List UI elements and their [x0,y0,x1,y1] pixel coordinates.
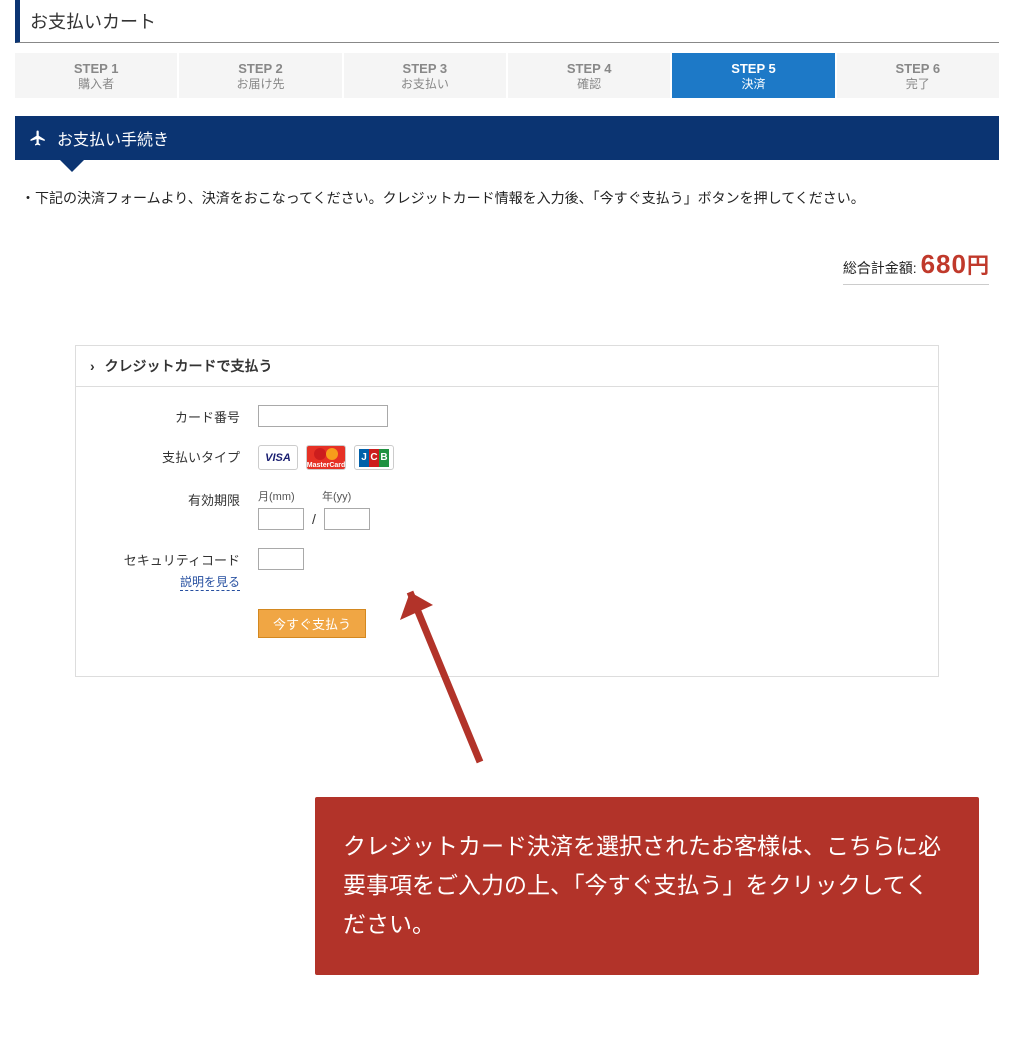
step-4: STEP 4 確認 [508,53,670,98]
total-label: 総合計金額: [843,260,917,276]
total-amount: 680 [921,249,967,279]
step-1: STEP 1 購入者 [15,53,177,98]
instruction-item: 下記の決済フォームより、決済をおこなってください。クレジットカード情報を入力後、… [21,188,999,208]
instruction-callout: クレジットカード決済を選択されたお客様は、こちらに必要事項をご入力の上、「今すぐ… [315,797,979,974]
airplane-icon [29,129,47,147]
security-code-input[interactable] [258,548,304,570]
section-title: お支払い手続き [57,126,169,150]
panel-header: › クレジットカードで支払う [76,346,938,387]
expiry-year-input[interactable] [324,508,370,530]
page-title: お支払いカート [15,0,999,43]
expiry-label: 有効期限 [90,488,240,509]
step-label: 決済 [672,77,834,92]
step-6: STEP 6 完了 [837,53,999,98]
year-hint: 年(yy) [322,488,368,504]
step-3: STEP 3 お支払い [344,53,506,98]
step-num: STEP 1 [15,61,177,77]
security-code-label: セキュリティコード 説明を見る [90,548,240,591]
step-label: お届け先 [179,77,341,92]
step-5: STEP 5 決済 [672,53,834,98]
checkout-steps: STEP 1 購入者 STEP 2 お届け先 STEP 3 お支払い STEP … [15,53,999,98]
chevron-right-icon: › [90,358,95,374]
credit-card-panel: › クレジットカードで支払う カード番号 支払いタイプ VISA MasterC… [75,345,939,677]
visa-icon: VISA [258,445,298,470]
section-header: お支払い手続き [15,116,999,160]
step-label: 完了 [837,77,999,92]
expiry-slash: / [312,511,316,527]
step-label: 確認 [508,77,670,92]
pay-now-button[interactable]: 今すぐ支払う [258,609,366,638]
step-label: お支払い [344,77,506,92]
step-2: STEP 2 お届け先 [179,53,341,98]
step-label: 購入者 [15,77,177,92]
step-num: STEP 4 [508,61,670,77]
mastercard-icon: MasterCard [306,445,346,470]
pay-type-label: 支払いタイプ [90,445,240,466]
step-num: STEP 2 [179,61,341,77]
security-code-help-link[interactable]: 説明を見る [180,573,240,591]
card-number-input[interactable] [258,405,388,427]
instruction-list: 下記の決済フォームより、決済をおこなってください。クレジットカード情報を入力後、… [21,188,999,208]
step-num: STEP 6 [837,61,999,77]
panel-title: クレジットカードで支払う [105,358,273,374]
callout-arrow-icon [390,572,500,772]
jcb-icon: JCB [354,445,394,470]
expiry-month-input[interactable] [258,508,304,530]
step-num: STEP 3 [344,61,506,77]
total-currency: 円 [967,253,989,278]
step-num: STEP 5 [672,61,834,77]
total-row: 総合計金額: 680円 [15,248,999,285]
month-hint: 月(mm) [258,488,304,504]
card-number-label: カード番号 [90,405,240,426]
